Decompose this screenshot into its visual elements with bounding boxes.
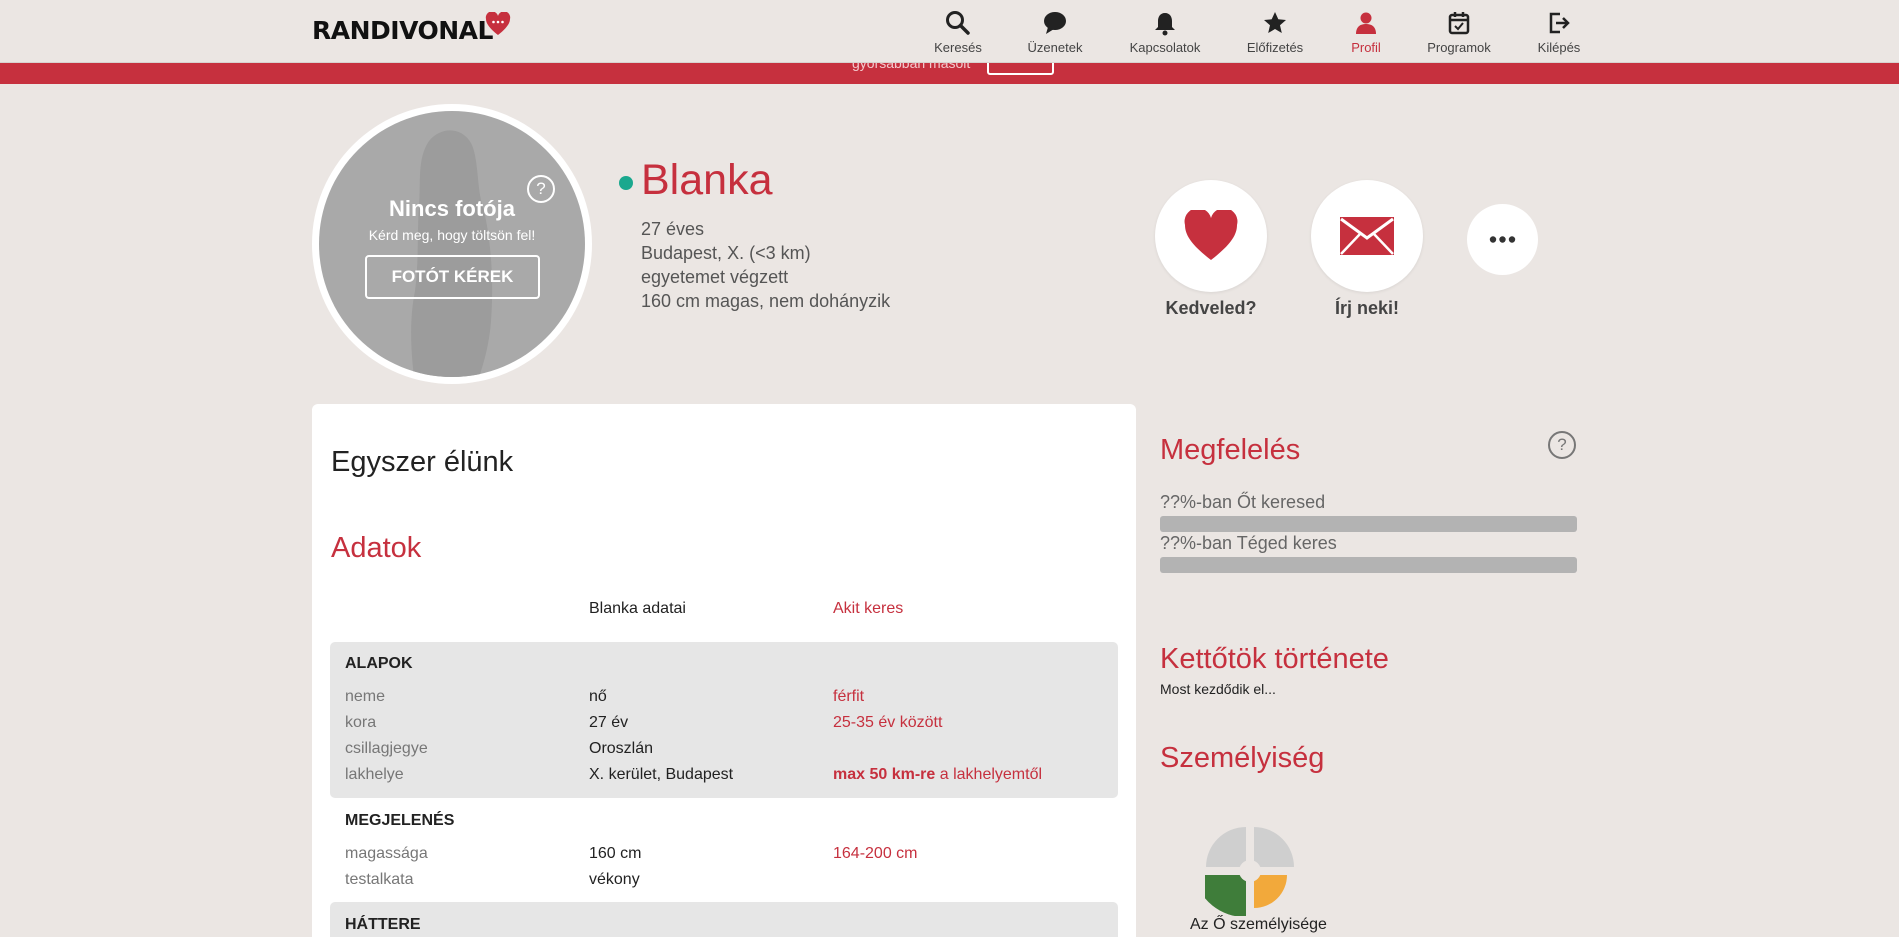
row-label: kora [345,714,377,731]
top-navigation-bar: RANDIVONAL Keresés Üzenetek Kapcsolatok … [0,0,1899,63]
row-want: férfit [833,688,865,705]
nav-label: Programok [1427,40,1491,55]
logo-heart-icon [485,12,511,35]
match-help-icon[interactable]: ? [1548,431,1576,459]
story-title: Kettőtök története [1160,643,1389,675]
row-want-rest: a lakhelyemtől [935,766,1043,783]
profile-motto: Egyszer élünk [331,446,514,478]
nav-programs[interactable]: Programok [1424,10,1494,58]
group-title: ALAPOK [345,655,413,672]
details-group-appearance: MEGJELENÉS magassága 160 cm 164-200 cm t… [330,798,1118,902]
profile-name: Blanka [641,156,773,204]
row-value: vékony [589,871,640,888]
nav-connections[interactable]: Kapcsolatok [1124,10,1206,58]
nav-label: Keresés [934,40,982,55]
row-want-bold: max 50 km-re [833,766,936,783]
match-you-bar [1160,516,1577,532]
message-button[interactable] [1311,180,1423,292]
nav-logout[interactable]: Kilépés [1535,10,1583,58]
no-photo-placeholder: Nincs fotója Kérd meg, hogy töltsön fel!… [319,111,585,377]
nav-search[interactable]: Keresés [930,10,986,58]
details-section-title: Adatok [331,532,422,564]
match-her-bar [1160,557,1577,573]
personality-quadrant [1205,875,1246,916]
row-label: csillagjegye [345,740,428,757]
details-group-basics: ALAPOK neme nő férfit kora 27 év 25-35 é… [330,642,1118,798]
row-value: 27 év [589,714,629,731]
profile-photo: Nincs fotója Kérd meg, hogy töltsön fel!… [312,104,592,384]
no-photo-subtitle: Kérd meg, hogy töltsön fel! [368,227,536,243]
match-title: Megfelelés [1160,434,1301,466]
match-you-label: ??%-ban Őt keresed [1160,492,1326,512]
promo-banner-text: gyorsabban másolt [852,63,971,71]
row-label: lakhelye [345,766,404,783]
more-options-button[interactable] [1467,204,1538,275]
details-group-background: HÁTTERE [330,902,1118,937]
like-label: Kedveled? [1165,298,1257,318]
more-options-icon [1489,236,1516,243]
group-title: HÁTTERE [345,916,421,933]
nav-label: Üzenetek [1027,40,1083,55]
personality-quadrant [1254,875,1287,908]
profile-height-smoking: 160 cm magas, nem dohányzik [641,291,891,311]
personality-title: Személyiség [1160,742,1325,774]
nav-subscription[interactable]: Előfizetés [1244,10,1306,58]
heart-icon [1184,210,1238,260]
group-title: MEGJELENÉS [345,812,455,829]
row-label: magassága [345,845,428,862]
row-label: neme [345,688,386,705]
nav-messages[interactable]: Üzenetek [1022,10,1088,58]
search-icon [946,11,970,35]
personality-label: Az Ő személyisége [1190,916,1327,933]
row-want: max 50 km-re a lakhelyemtől [833,766,1042,784]
profile-details-card: Egyszer élünk Adatok Blanka adatai Akit … [312,404,1136,937]
nav-label: Kapcsolatok [1129,40,1201,55]
personality-quadrant [1254,827,1294,867]
row-value: nő [589,688,607,705]
personality-center [1239,860,1261,882]
message-label: Írj neki! [1334,298,1400,318]
online-status-dot [619,176,633,190]
column-header-hers: Blanka adatai [589,600,686,617]
personality-chart [1205,827,1294,916]
column-header-wants: Akit keres [833,600,904,617]
logo[interactable]: RANDIVONAL [312,16,493,45]
promo-banner: gyorsabban másolt [0,63,1899,84]
chat-bubble-icon [1044,12,1066,34]
profile-location: Budapest, X. (<3 km) [641,243,811,263]
request-photo-button[interactable]: FOTÓT KÉREK [365,255,540,299]
story-text: Most kezdődik el... [1160,681,1276,697]
help-icon[interactable]: ? [527,175,555,203]
personality-quadrant [1206,827,1246,867]
bell-icon [1155,13,1175,36]
row-value: Oroszlán [589,740,654,757]
user-icon [1356,12,1376,34]
nav-label: Profil [1351,40,1381,55]
profile-age: 27 éves [641,219,705,239]
nav-profile[interactable]: Profil [1346,10,1386,58]
nav-label: Kilépés [1537,40,1581,55]
row-label: testalkata [345,871,414,888]
calendar-icon [1448,12,1470,35]
like-button[interactable] [1155,180,1267,292]
row-value: 160 cm [589,845,642,862]
silhouette-icon [411,130,493,377]
nav-label: Előfizetés [1246,40,1304,55]
logout-icon [1549,12,1570,34]
match-her-label: ??%-ban Téged keres [1160,533,1337,553]
star-icon [1264,12,1286,33]
profile-education: egyetemet végzett [641,267,789,287]
row-value: X. kerület, Budapest [589,766,734,783]
row-want: 164-200 cm [833,845,918,862]
envelope-icon [1340,217,1394,255]
promo-banner-button[interactable] [987,63,1054,75]
row-want: 25-35 év között [833,714,943,731]
